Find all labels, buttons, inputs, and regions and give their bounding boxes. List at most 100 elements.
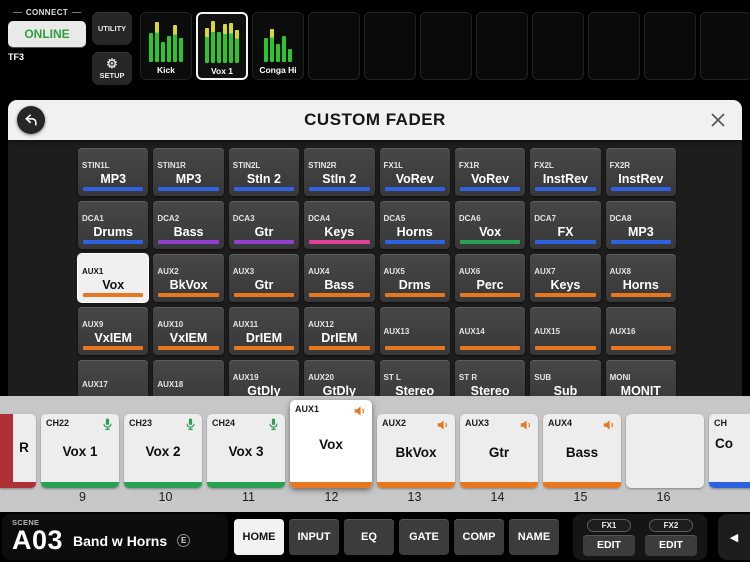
fader-assign-sub[interactable]: SUBSub — [530, 360, 600, 396]
cell-name: Horns — [610, 278, 672, 292]
cell-id: STIN1R — [157, 161, 219, 170]
mic-icon — [184, 418, 197, 436]
fader-strip-empty[interactable] — [626, 414, 704, 488]
dialog-body: STIN1LMP3STIN1RMP3STIN2LStIn 2STIN2RStIn… — [8, 140, 742, 396]
fader-strip-r[interactable]: R — [0, 414, 36, 488]
cell-id: DCA3 — [233, 214, 295, 223]
fader-assign-aux17[interactable]: AUX17 — [78, 360, 148, 396]
tab-input[interactable]: INPUT — [289, 519, 339, 555]
tab-home[interactable]: HOME — [234, 519, 284, 555]
meter-channel-kick[interactable]: Kick — [140, 12, 192, 80]
fader-assign-aux14[interactable]: AUX14 — [455, 307, 525, 355]
device-name: TF3 — [8, 52, 86, 62]
fader-strip-ch24[interactable]: CH24Vox 3 — [207, 414, 285, 488]
channel-color-bar — [611, 346, 671, 350]
strip-id: CH23 — [129, 418, 152, 428]
speaker-icon — [436, 418, 450, 437]
cell-id: MONI — [610, 373, 672, 382]
fader-assign-aux11[interactable]: AUX11DrIEM — [229, 307, 299, 355]
fader-strip-ch[interactable]: CHCo — [709, 414, 750, 488]
dialog-header: CUSTOM FADER — [8, 100, 742, 140]
channel-color-bar — [234, 346, 294, 350]
fader-strip-ch23[interactable]: CH23Vox 2 — [124, 414, 202, 488]
cell-id: STIN2L — [233, 161, 295, 170]
close-button[interactable] — [708, 110, 728, 130]
cell-id: FX1L — [384, 161, 446, 170]
fader-assign-aux20[interactable]: AUX20GtDly — [304, 360, 374, 396]
cell-id: AUX1 — [82, 267, 144, 276]
cell-name: Horns — [384, 225, 446, 239]
fx-edit-button[interactable]: EDIT — [583, 535, 635, 556]
fx-edit-button[interactable]: EDIT — [645, 535, 697, 556]
fader-assign-stin1l[interactable]: STIN1LMP3 — [78, 148, 148, 196]
utility-button[interactable]: UTILITY — [92, 12, 132, 45]
fader-strip-aux4[interactable]: AUX4Bass — [543, 414, 621, 488]
fader-strip-aux1[interactable]: AUX1Vox — [290, 400, 372, 488]
fader-assign-moni[interactable]: MONIMONIT — [606, 360, 676, 396]
fader-assign-dca8[interactable]: DCA8MP3 — [606, 201, 676, 249]
meter-channel-name: Vox 1 — [202, 66, 242, 76]
strip-header: AUX4 — [543, 414, 621, 437]
online-button[interactable]: ONLINE — [8, 21, 86, 47]
scene-block[interactable]: SCENE A03 Band w Horns E — [2, 514, 228, 560]
strip-header: CH — [709, 414, 750, 428]
fader-assign-aux1[interactable]: AUX1Vox — [78, 254, 148, 302]
fader-assign-aux12[interactable]: AUX12 DrIEM — [304, 307, 374, 355]
fader-assign-dca1[interactable]: DCA1Drums — [78, 201, 148, 249]
fader-assign-str[interactable]: ST RStereo — [455, 360, 525, 396]
fader-assign-aux18[interactable]: AUX18 — [153, 360, 223, 396]
tab-name[interactable]: NAME — [509, 519, 559, 555]
fader-assign-aux10[interactable]: AUX10VxIEM — [153, 307, 223, 355]
fader-assign-aux3[interactable]: AUX3Gtr — [229, 254, 299, 302]
fader-assign-aux7[interactable]: AUX7Keys — [530, 254, 600, 302]
fader-assign-aux5[interactable]: AUX5Drms — [380, 254, 450, 302]
fader-assign-dca3[interactable]: DCA3Gtr — [229, 201, 299, 249]
setup-button-label: SETUP — [99, 71, 124, 80]
meter-channel-conga-hi[interactable]: Conga Hi — [252, 12, 304, 80]
setup-button[interactable]: ⚙ SETUP — [92, 52, 132, 85]
tab-eq[interactable]: EQ — [344, 519, 394, 555]
fader-assign-fx2r[interactable]: FX2RInstRev — [606, 148, 676, 196]
fader-assign-aux16[interactable]: AUX16 — [606, 307, 676, 355]
fader-assign-aux15[interactable]: AUX15 — [530, 307, 600, 355]
cell-id: AUX20 — [308, 373, 370, 382]
fader-strip-aux3[interactable]: AUX3Gtr — [460, 414, 538, 488]
fader-assign-stin2r[interactable]: STIN2RStIn 2 — [304, 148, 374, 196]
cell-name: DrIEM — [308, 331, 370, 345]
fader-assign-dca2[interactable]: DCA2Bass — [153, 201, 223, 249]
cell-id: AUX6 — [459, 267, 521, 276]
fader-assign-fx1l[interactable]: FX1LVoRev — [380, 148, 450, 196]
meter-channel-vox-1[interactable]: Vox 1 — [196, 12, 248, 80]
fader-assign-stin2l[interactable]: STIN2LStIn 2 — [229, 148, 299, 196]
fader-assign-dca5[interactable]: DCA5Horns — [380, 201, 450, 249]
back-button[interactable] — [17, 106, 45, 134]
fader-assign-aux4[interactable]: AUX4Bass — [304, 254, 374, 302]
drawer-toggle[interactable]: ◀ — [718, 514, 750, 560]
channel-color-bar — [385, 187, 445, 191]
fader-assign-dca6[interactable]: DCA6Vox — [455, 201, 525, 249]
tab-gate[interactable]: GATE — [399, 519, 449, 555]
fader-strip-aux2[interactable]: AUX2BkVox — [377, 414, 455, 488]
fader-assign-aux9[interactable]: AUX9VxIEM — [78, 307, 148, 355]
channel-color-bar — [158, 346, 218, 350]
fader-assign-aux6[interactable]: AUX6Perc — [455, 254, 525, 302]
cell-id: FX1R — [459, 161, 521, 170]
fader-assign-aux2[interactable]: AUX2BkVox — [153, 254, 223, 302]
tab-comp[interactable]: COMP — [454, 519, 504, 555]
fader-assign-stl[interactable]: ST LStereo — [380, 360, 450, 396]
fader-assign-aux19[interactable]: AUX19GtDly — [229, 360, 299, 396]
fader-assign-fx2l[interactable]: FX2LInstRev — [530, 148, 600, 196]
fader-assign-stin1r[interactable]: STIN1RMP3 — [153, 148, 223, 196]
channel-color-bar — [234, 187, 294, 191]
fader-assign-aux13[interactable]: AUX13 — [380, 307, 450, 355]
cell-id: AUX12 — [308, 320, 370, 329]
fader-assign-dca4[interactable]: DCA4Keys — [304, 201, 374, 249]
strip-color-bar — [709, 482, 750, 488]
fader-assign-fx1r[interactable]: FX1RVoRev — [455, 148, 525, 196]
strip-color-bar — [0, 482, 36, 488]
fader-assign-dca7[interactable]: DCA7FX — [530, 201, 600, 249]
strip-header: AUX3 — [460, 414, 538, 437]
fader-assign-aux8[interactable]: AUX8Horns — [606, 254, 676, 302]
strip-number: 14 — [456, 490, 539, 504]
fader-strip-ch22[interactable]: CH22Vox 1 — [41, 414, 119, 488]
